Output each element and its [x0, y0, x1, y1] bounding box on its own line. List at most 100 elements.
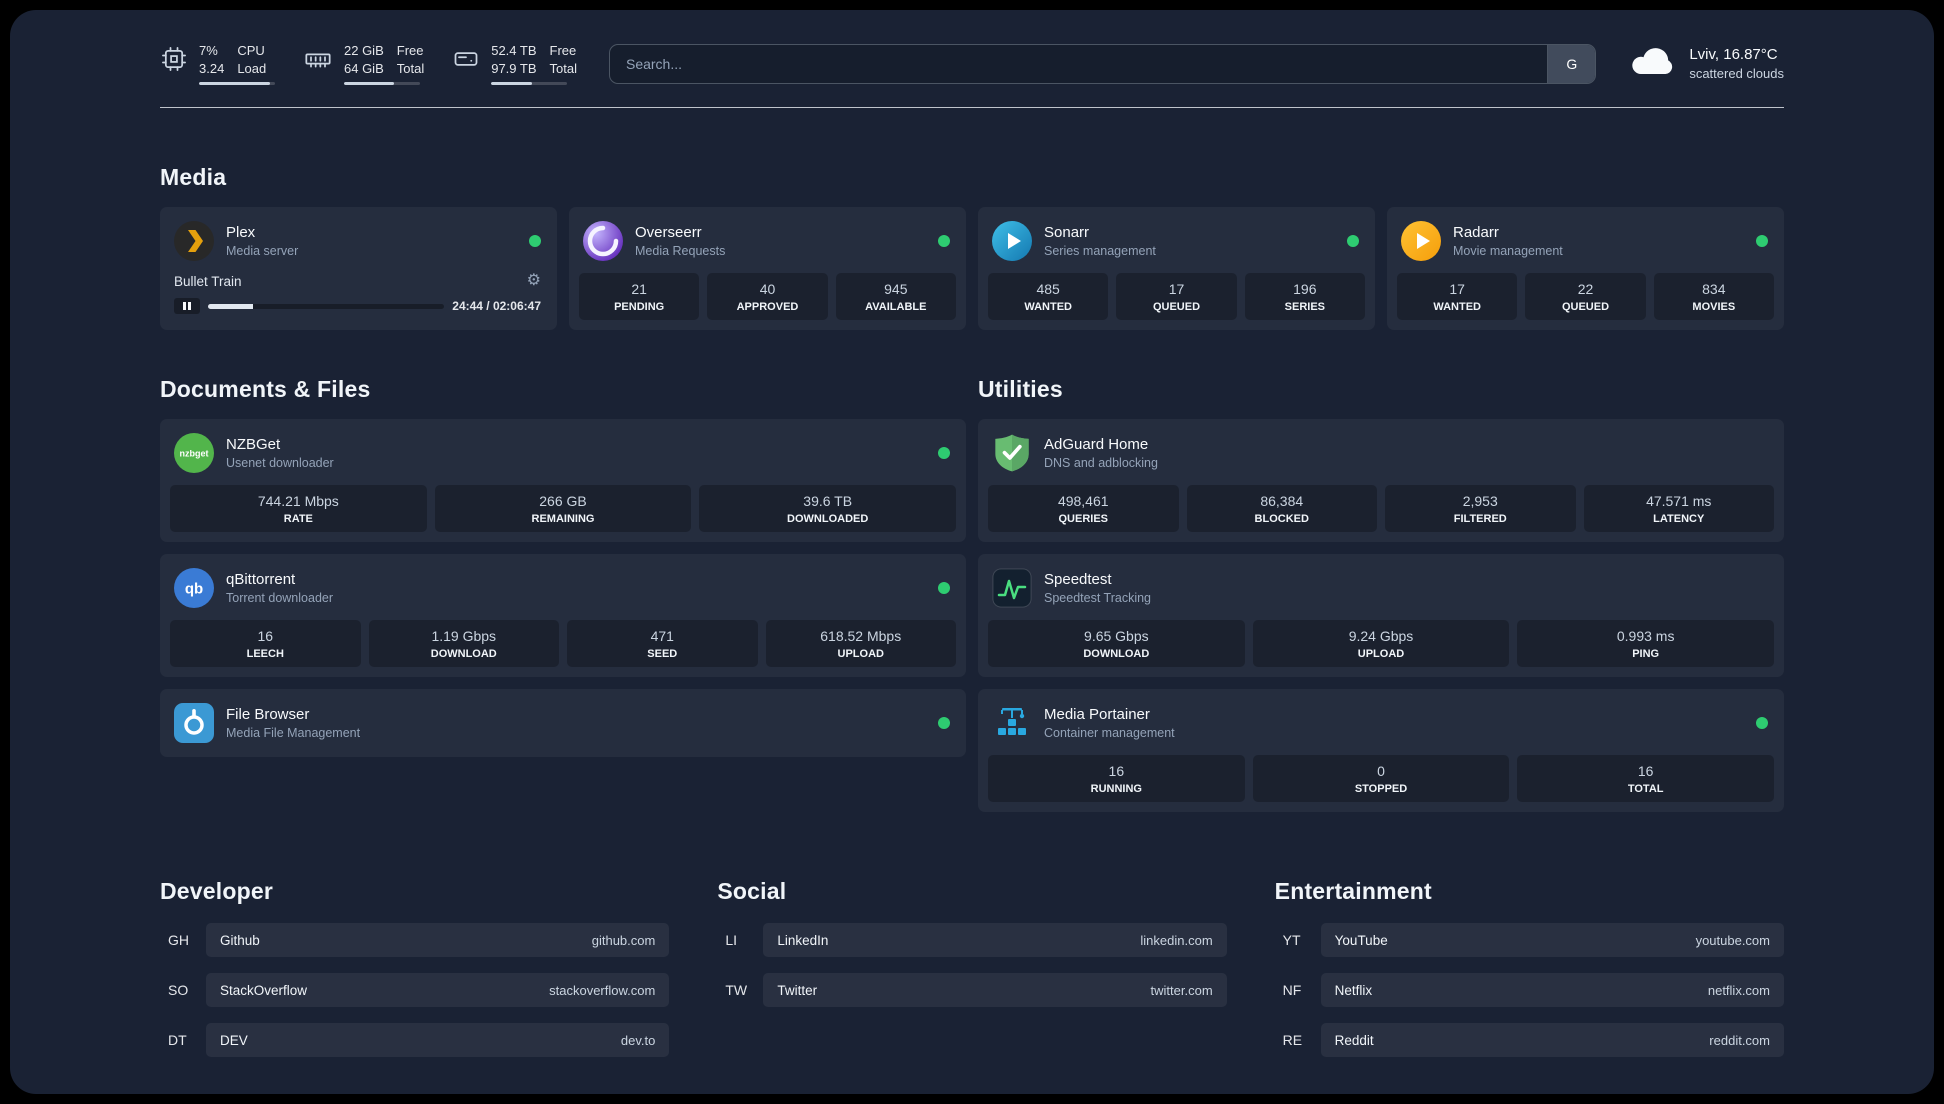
qbittorrent-icon: qb [174, 568, 214, 609]
playback-time: 24:44 / 02:06:47 [452, 299, 541, 314]
stat-wanted: 17 WANTED [1397, 273, 1518, 321]
bookmark-abbr: GH [168, 932, 189, 949]
section-title-media: Media [160, 164, 227, 191]
bookmarks-grid: Developer GH Github github.com SO StackO… [160, 878, 1784, 1073]
resource-widgets: 7% 3.24 CPU Load 22 GiB 64 GiB Free Tota… [160, 42, 577, 86]
cpu-label-top: CPU [237, 43, 265, 58]
service-name: qBittorrent [226, 571, 296, 589]
overseerr-icon [583, 221, 623, 262]
service-card-adguard[interactable]: AdGuard Home DNS and adblocking 498,461 … [978, 419, 1784, 543]
bookmark-row: YT YouTube youtube.com [1275, 923, 1784, 958]
search-provider-button[interactable]: G [1547, 44, 1596, 83]
service-desc: Series management [1044, 244, 1156, 259]
service-card-qbittorrent[interactable]: qb qBittorrent Torrent downloader 16 LEE… [160, 554, 966, 678]
memory-free: 22 GiB [344, 43, 384, 58]
disk-widget: 52.4 TB 97.9 TB Free Total [452, 42, 577, 86]
now-playing-title: Bullet Train [174, 273, 242, 289]
service-name: File Browser [226, 706, 310, 724]
bookmark-url: github.com [591, 932, 656, 948]
stat-download: 1.19 Gbps DOWNLOAD [368, 620, 559, 668]
bookmark-link-youtube[interactable]: YouTube youtube.com [1320, 923, 1784, 958]
sonarr-icon [992, 221, 1032, 262]
service-desc: Container management [1044, 726, 1175, 741]
bookmark-link-netflix[interactable]: Netflix netflix.com [1320, 973, 1784, 1008]
service-card-sonarr[interactable]: Sonarr Series management 485 WANTED 17 Q… [978, 207, 1375, 331]
stat-leech: 16 LEECH [170, 620, 361, 668]
service-card-nzbget[interactable]: nzbget NZBGet Usenet downloader 744.21 M… [160, 419, 966, 543]
search-bar: G [608, 43, 1597, 84]
service-card-speedtest[interactable]: Speedtest Speedtest Tracking 9.65 Gbps D… [978, 554, 1784, 678]
disk-icon [452, 45, 480, 73]
bookmark-row: NF Netflix netflix.com [1275, 973, 1784, 1008]
service-name: AdGuard Home [1044, 436, 1149, 454]
service-card-radarr[interactable]: Radarr Movie management 17 WANTED 22 QUE… [1387, 207, 1784, 331]
progress-bar[interactable] [208, 303, 445, 309]
service-desc: Usenet downloader [226, 456, 334, 471]
service-desc: DNS and adblocking [1044, 456, 1158, 471]
bookmark-link-twitter[interactable]: Twitter twitter.com [763, 973, 1227, 1008]
bookmark-abbr: SO [168, 982, 189, 999]
stat-movies: 834 MOVIES [1653, 273, 1774, 321]
service-card-portainer[interactable]: Media Portainer Container management 16 … [978, 689, 1784, 813]
bookmark-group-developer: Developer GH Github github.com SO StackO… [160, 878, 670, 1073]
service-name: Media Portainer [1044, 706, 1150, 724]
bookmark-name: LinkedIn [777, 932, 829, 948]
media-grid: Plex Media server Bullet Train ⚙ 24:44 /… [160, 207, 1784, 331]
section-title-utilities: Utilities [978, 376, 1063, 403]
disk-label-top: Free [549, 43, 577, 58]
bookmark-link-reddit[interactable]: Reddit reddit.com [1320, 1023, 1784, 1058]
adguard-icon [992, 433, 1032, 473]
status-dot [938, 235, 950, 248]
service-name: Plex [226, 224, 256, 242]
weather-location: Lviv, 16.87°C [1689, 46, 1778, 64]
bookmark-link-dev[interactable]: DEV dev.to [206, 1023, 670, 1058]
stat-queued: 22 QUEUED [1525, 273, 1646, 321]
svg-text:nzbget: nzbget [180, 449, 209, 459]
bookmark-row: RE Reddit reddit.com [1275, 1023, 1784, 1058]
cpu-usage: 7% [199, 43, 218, 58]
plex-now-playing: Bullet Train ⚙ 24:44 / 02:06:47 [170, 273, 547, 316]
service-name: Overseerr [635, 224, 702, 242]
bookmark-link-linkedin[interactable]: LinkedIn linkedin.com [763, 923, 1227, 958]
bookmark-name: YouTube [1334, 932, 1388, 948]
pause-button[interactable] [174, 298, 200, 315]
stat-remaining: 266 GB REMAINING [434, 485, 692, 533]
section-title-entertainment: Entertainment [1274, 878, 1432, 905]
stat-queued: 17 QUEUED [1116, 273, 1237, 321]
weather-widget: Lviv, 16.87°C scattered clouds [1628, 44, 1784, 83]
bookmark-abbr: DT [168, 1032, 187, 1049]
memory-total: 64 GiB [344, 60, 384, 76]
section-title-social: Social [717, 878, 787, 905]
bookmark-name: Netflix [1334, 982, 1373, 998]
bookmark-link-github[interactable]: Github github.com [206, 923, 670, 958]
service-name: Speedtest [1044, 571, 1112, 589]
topbar: 7% 3.24 CPU Load 22 GiB 64 GiB Free Tota… [160, 42, 1784, 86]
bookmark-name: Reddit [1334, 1032, 1374, 1048]
gear-icon[interactable]: ⚙ [527, 273, 541, 289]
bookmark-row: LI LinkedIn linkedin.com [717, 923, 1227, 958]
stat-ping: 0.993 ms PING [1517, 620, 1775, 668]
service-name: Radarr [1453, 224, 1499, 242]
bookmark-link-stackoverflow[interactable]: StackOverflow stackoverflow.com [206, 973, 670, 1008]
bookmark-name: DEV [220, 1032, 248, 1048]
service-card-filebrowser[interactable]: File Browser Media File Management [160, 689, 966, 758]
nzbget-icon: nzbget [174, 433, 214, 474]
stat-upload: 9.24 Gbps UPLOAD [1252, 620, 1510, 668]
service-card-overseerr[interactable]: Overseerr Media Requests 21 PENDING 40 A… [569, 207, 966, 331]
stat-running: 16 RUNNING [988, 755, 1245, 803]
bookmark-abbr: RE [1282, 1032, 1303, 1049]
service-desc: Media File Management [226, 726, 361, 741]
bookmark-row: SO StackOverflow stackoverflow.com [160, 973, 670, 1008]
stat-stopped: 0 STOPPED [1252, 755, 1510, 803]
status-dot [938, 582, 950, 595]
search-input[interactable] [609, 44, 1548, 83]
memory-icon [303, 45, 333, 73]
service-card-plex[interactable]: Plex Media server Bullet Train ⚙ 24:44 /… [160, 207, 557, 331]
cpu-bar [199, 82, 275, 86]
stat-download: 9.65 Gbps DOWNLOAD [988, 620, 1245, 668]
status-dot [938, 717, 950, 730]
filebrowser-icon [174, 703, 214, 744]
disk-free: 52.4 TB [491, 43, 537, 58]
cloud-icon [1628, 44, 1676, 83]
stat-rate: 744.21 Mbps RATE [170, 485, 427, 533]
